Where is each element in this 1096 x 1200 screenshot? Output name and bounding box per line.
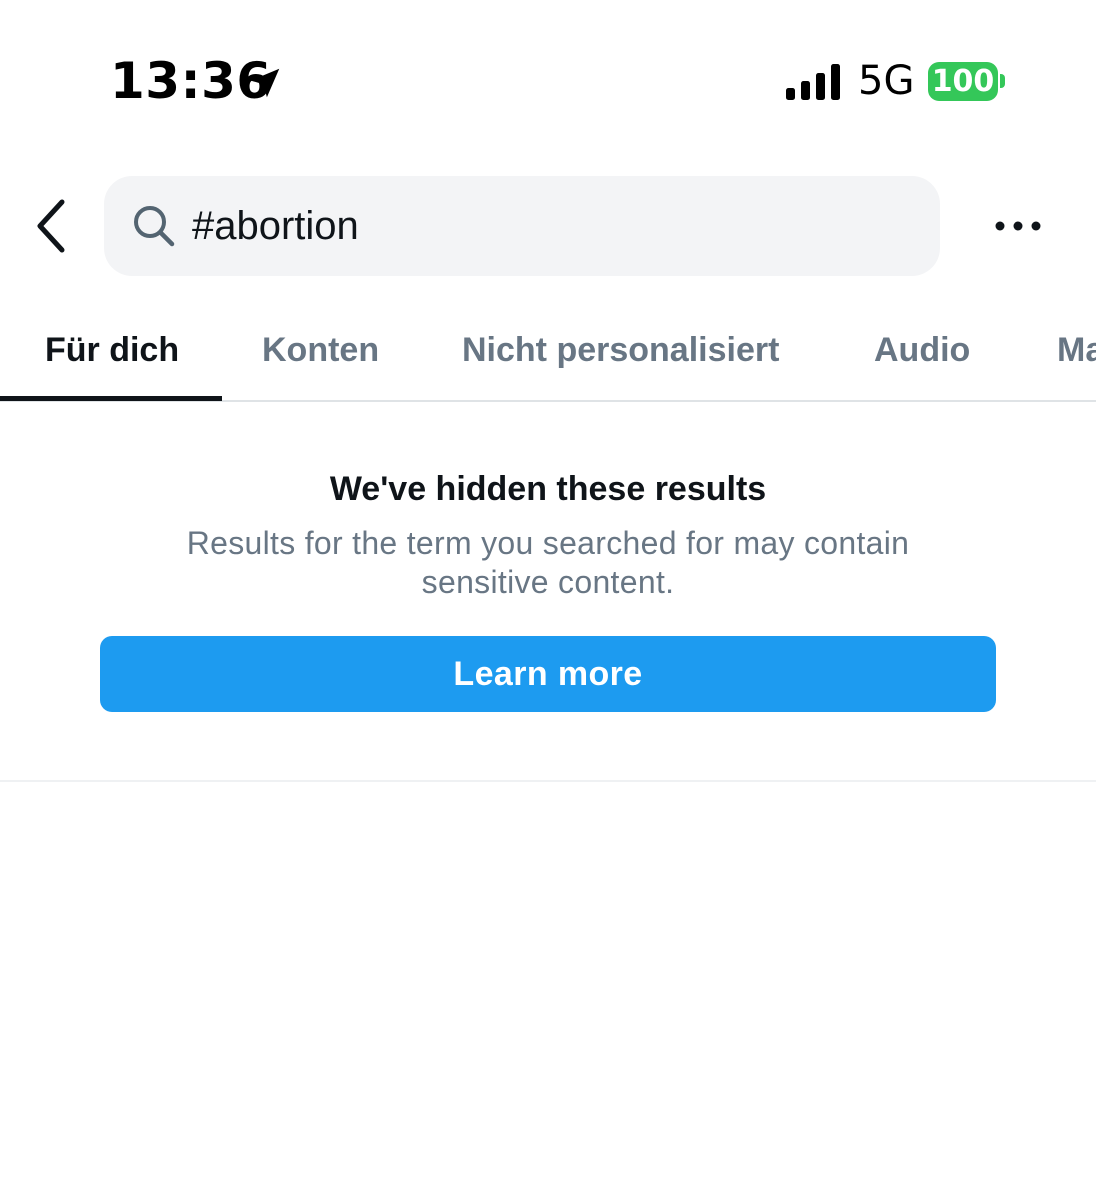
more-options-button[interactable] [990,196,1046,256]
battery-indicator: 100 [928,62,998,101]
location-arrow-icon [250,68,280,98]
tab-nicht-personalisiert[interactable]: Nicht personalisiert [462,300,779,400]
active-tab-indicator [0,396,222,401]
learn-more-button[interactable]: Learn more [100,636,996,712]
search-input[interactable] [192,194,912,258]
tab-konten[interactable]: Konten [262,300,379,400]
battery-tip [1000,74,1005,88]
search-icon [134,206,175,247]
section-divider [0,780,1096,782]
search-bar[interactable] [104,176,940,276]
tab-audio[interactable]: Audio [874,300,970,400]
more-horizontal-icon [995,221,1041,231]
notice-title: We've hidden these results [329,470,767,508]
chevron-left-icon [37,199,65,253]
tab-fuer-dich[interactable]: Für dich [45,300,179,400]
screen: 13:36 5G 100 Für [0,0,1096,1200]
back-button[interactable] [22,190,78,262]
network-type: 5G [858,58,915,104]
status-bar: 13:36 5G 100 [0,0,1096,160]
notice-description: Results for the term you searched for ma… [186,525,910,600]
tab-ma[interactable]: Ma [1057,300,1096,400]
signal-bars-icon [786,64,840,100]
search-tabs: Für dich Konten Nicht personalisiert Aud… [0,300,1096,402]
